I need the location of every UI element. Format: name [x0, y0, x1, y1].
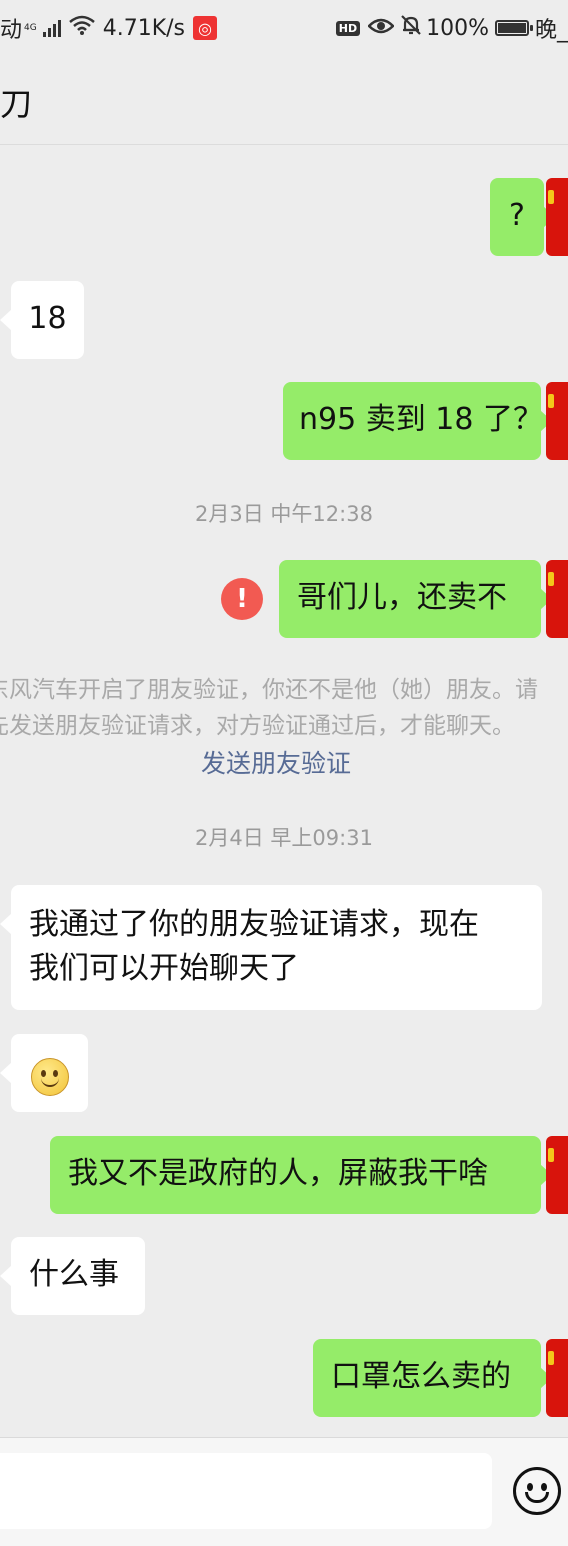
netease-music-icon: ◎ [193, 16, 218, 40]
message-text: 哥们儿，还卖不 [297, 580, 507, 615]
status-bar: 动 4G 4.71K/s ◎ HD 100% 晚_ [0, 0, 568, 52]
outgoing-message-bubble[interactable]: 我又不是政府的人，屏蔽我干啥 [50, 1136, 552, 1214]
timestamp: 2月3日 中午12:38 [195, 502, 373, 526]
timestamp: 2月4日 早上09:31 [195, 826, 373, 850]
mute-bell-icon [400, 14, 422, 42]
incoming-message-bubble[interactable]: 什么事 [0, 1237, 145, 1315]
wifi-icon [68, 15, 95, 41]
incoming-message-bubble[interactable] [0, 1034, 88, 1112]
message-text: 我们可以开始聊天了 [29, 951, 299, 986]
my-avatar[interactable] [546, 178, 568, 256]
send-failed-icon[interactable]: ! [221, 578, 263, 620]
incoming-message-bubble[interactable]: 我通过了你的朋友验证请求，现在 我们可以开始聊天了 [0, 885, 542, 1010]
system-notice-line: 东风汽车开启了朋友验证，你还不是他（她）朋友。请 [0, 677, 538, 703]
system-notice-line: 先发送朋友验证请求，对方验证通过后，才能聊天。 [0, 713, 515, 739]
my-avatar[interactable] [546, 1136, 568, 1214]
my-avatar[interactable] [546, 1339, 568, 1417]
signal-icon [42, 19, 61, 37]
message-text: 什么事 [29, 1257, 119, 1292]
message-input[interactable] [0, 1453, 492, 1529]
status-left: 动 4G 4.71K/s ◎ [0, 12, 218, 44]
chat-input-bar [0, 1437, 568, 1546]
my-avatar[interactable] [546, 382, 568, 460]
carrier-label: 动 [0, 18, 23, 43]
send-friend-verification-link[interactable]: 发送朋友验证 [0, 744, 552, 780]
chat-header: 刀 [0, 52, 568, 145]
smile-emoji-icon [30, 1057, 69, 1096]
network-type: 4G [24, 22, 37, 33]
eye-icon [367, 16, 395, 41]
message-text: ? [509, 198, 525, 233]
outgoing-message-bubble[interactable]: 口罩怎么卖的 [313, 1339, 552, 1417]
message-text: 我又不是政府的人，屏蔽我干啥 [68, 1156, 488, 1191]
message-text: 18 [28, 301, 67, 336]
chat-title[interactable]: 刀 [0, 79, 32, 125]
incoming-message-bubble[interactable]: 18 [0, 281, 84, 359]
status-right: HD 100% 晚_ [335, 12, 568, 44]
message-text: 口罩怎么卖的 [331, 1359, 511, 1394]
battery-percent: 100% [426, 15, 489, 41]
emoji-icon[interactable] [513, 1467, 561, 1515]
outgoing-message-bubble[interactable]: 哥们儿，还卖不 [279, 560, 552, 638]
message-text: 我通过了你的朋友验证请求，现在 [29, 907, 479, 942]
hd-badge: HD [335, 20, 361, 36]
my-avatar[interactable] [546, 560, 568, 638]
message-text: n95 卖到 18 了？ [299, 402, 543, 437]
outgoing-message-bubble[interactable]: ? [490, 178, 555, 256]
battery-icon [494, 20, 533, 36]
clock-label: 晚_ [534, 18, 568, 43]
outgoing-message-bubble[interactable]: n95 卖到 18 了？ [283, 382, 552, 460]
network-speed: 4.71K/s [102, 15, 186, 41]
